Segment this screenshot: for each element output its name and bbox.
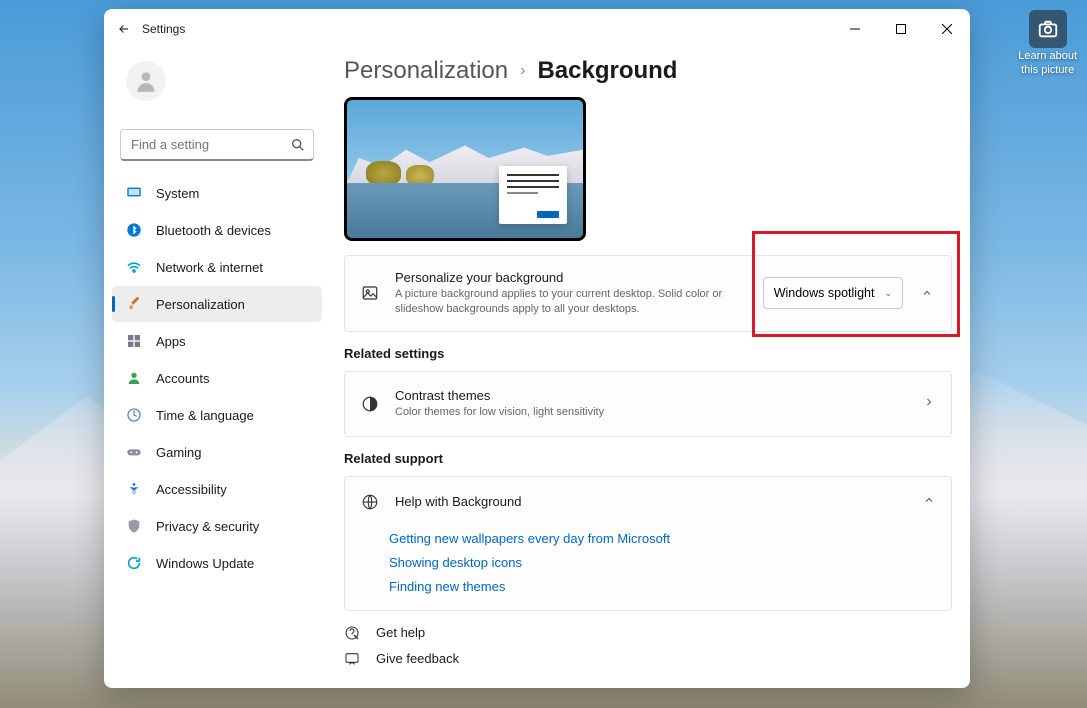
nav-label: Privacy & security [156, 519, 259, 534]
globe-icon [361, 493, 379, 511]
help-icon [344, 625, 360, 641]
breadcrumb-parent[interactable]: Personalization [344, 57, 508, 85]
minimize-button[interactable] [832, 13, 878, 45]
sidebar-item-privacy[interactable]: Privacy & security [112, 508, 322, 544]
help-link-wallpapers[interactable]: Getting new wallpapers every day from Mi… [389, 531, 935, 546]
nav-list: System Bluetooth & devices Network & int… [112, 175, 322, 581]
sidebar-item-bluetooth[interactable]: Bluetooth & devices [112, 212, 322, 248]
wifi-icon [126, 259, 142, 275]
sidebar-item-update[interactable]: Windows Update [112, 545, 322, 581]
nav-label: Apps [156, 334, 186, 349]
preview-window-mock [499, 166, 567, 224]
sidebar-item-gaming[interactable]: Gaming [112, 434, 322, 470]
contrast-icon [361, 395, 379, 413]
sidebar-item-accessibility[interactable]: Accessibility [112, 471, 322, 507]
spotlight-desktop-widget[interactable]: Learn about this picture [1018, 10, 1077, 78]
sidebar-item-personalization[interactable]: Personalization [112, 286, 322, 322]
accessibility-icon [126, 481, 142, 497]
user-avatar[interactable] [126, 61, 166, 101]
camera-icon [1029, 10, 1067, 48]
bluetooth-icon [126, 222, 142, 238]
shield-icon [126, 518, 142, 534]
nav-label: Accounts [156, 371, 209, 386]
settings-window: Settings System [104, 9, 970, 688]
related-settings-label: Related settings [344, 346, 952, 361]
sidebar-item-system[interactable]: System [112, 175, 322, 211]
desktop-preview [344, 97, 586, 241]
content-area: Personalization › Background [326, 49, 970, 688]
titlebar: Settings [104, 9, 970, 49]
search-input[interactable] [120, 129, 314, 161]
dropdown-value: Windows spotlight [774, 286, 875, 300]
maximize-button[interactable] [878, 13, 924, 45]
get-help-label: Get help [376, 625, 425, 640]
nav-label: System [156, 186, 199, 201]
help-card: Help with Background Getting new wallpap… [344, 476, 952, 611]
sidebar: System Bluetooth & devices Network & int… [104, 49, 326, 688]
sidebar-item-network[interactable]: Network & internet [112, 249, 322, 285]
personalize-background-card: Personalize your background A picture ba… [344, 255, 952, 332]
give-feedback-link[interactable]: Give feedback [344, 651, 952, 667]
breadcrumb-current: Background [537, 57, 677, 85]
personalize-desc: A picture background applies to your cur… [395, 287, 747, 317]
breadcrumb: Personalization › Background [344, 57, 952, 85]
spotlight-label-1: Learn about [1018, 50, 1077, 62]
contrast-title: Contrast themes [395, 388, 907, 403]
spotlight-label-2: this picture [1021, 64, 1074, 76]
nav-label: Personalization [156, 297, 245, 312]
nav-label: Accessibility [156, 482, 227, 497]
feedback-label: Give feedback [376, 651, 459, 666]
help-title: Help with Background [395, 494, 521, 509]
contrast-desc: Color themes for low vision, light sensi… [395, 405, 907, 420]
help-link-icons[interactable]: Showing desktop icons [389, 555, 935, 570]
image-icon [361, 284, 379, 302]
monitor-icon [126, 185, 142, 201]
person-icon [126, 370, 142, 386]
nav-label: Network & internet [156, 260, 263, 275]
sidebar-item-apps[interactable]: Apps [112, 323, 322, 359]
help-header[interactable]: Help with Background [345, 477, 951, 527]
sidebar-item-accounts[interactable]: Accounts [112, 360, 322, 396]
contrast-themes-card[interactable]: Contrast themes Color themes for low vis… [344, 371, 952, 437]
globe-clock-icon [126, 407, 142, 423]
nav-label: Bluetooth & devices [156, 223, 271, 238]
chevron-up-icon [923, 493, 935, 511]
nav-label: Windows Update [156, 556, 254, 571]
sidebar-item-time[interactable]: Time & language [112, 397, 322, 433]
back-button[interactable] [117, 22, 131, 36]
chevron-down-icon: ⌄ [884, 288, 892, 299]
related-support-label: Related support [344, 451, 952, 466]
chevron-right-icon [923, 396, 935, 411]
get-help-link[interactable]: Get help [344, 625, 952, 641]
nav-label: Time & language [156, 408, 254, 423]
window-title: Settings [142, 22, 185, 36]
personalize-title: Personalize your background [395, 270, 747, 285]
search-icon [290, 137, 306, 153]
apps-icon [126, 333, 142, 349]
breadcrumb-sep: › [520, 62, 525, 80]
gamepad-icon [126, 444, 142, 460]
feedback-icon [344, 651, 360, 667]
update-icon [126, 555, 142, 571]
nav-label: Gaming [156, 445, 202, 460]
help-link-themes[interactable]: Finding new themes [389, 579, 935, 594]
paintbrush-icon [126, 296, 142, 312]
close-button[interactable] [924, 13, 970, 45]
collapse-button[interactable] [919, 287, 935, 299]
background-type-dropdown[interactable]: Windows spotlight ⌄ [763, 277, 903, 309]
